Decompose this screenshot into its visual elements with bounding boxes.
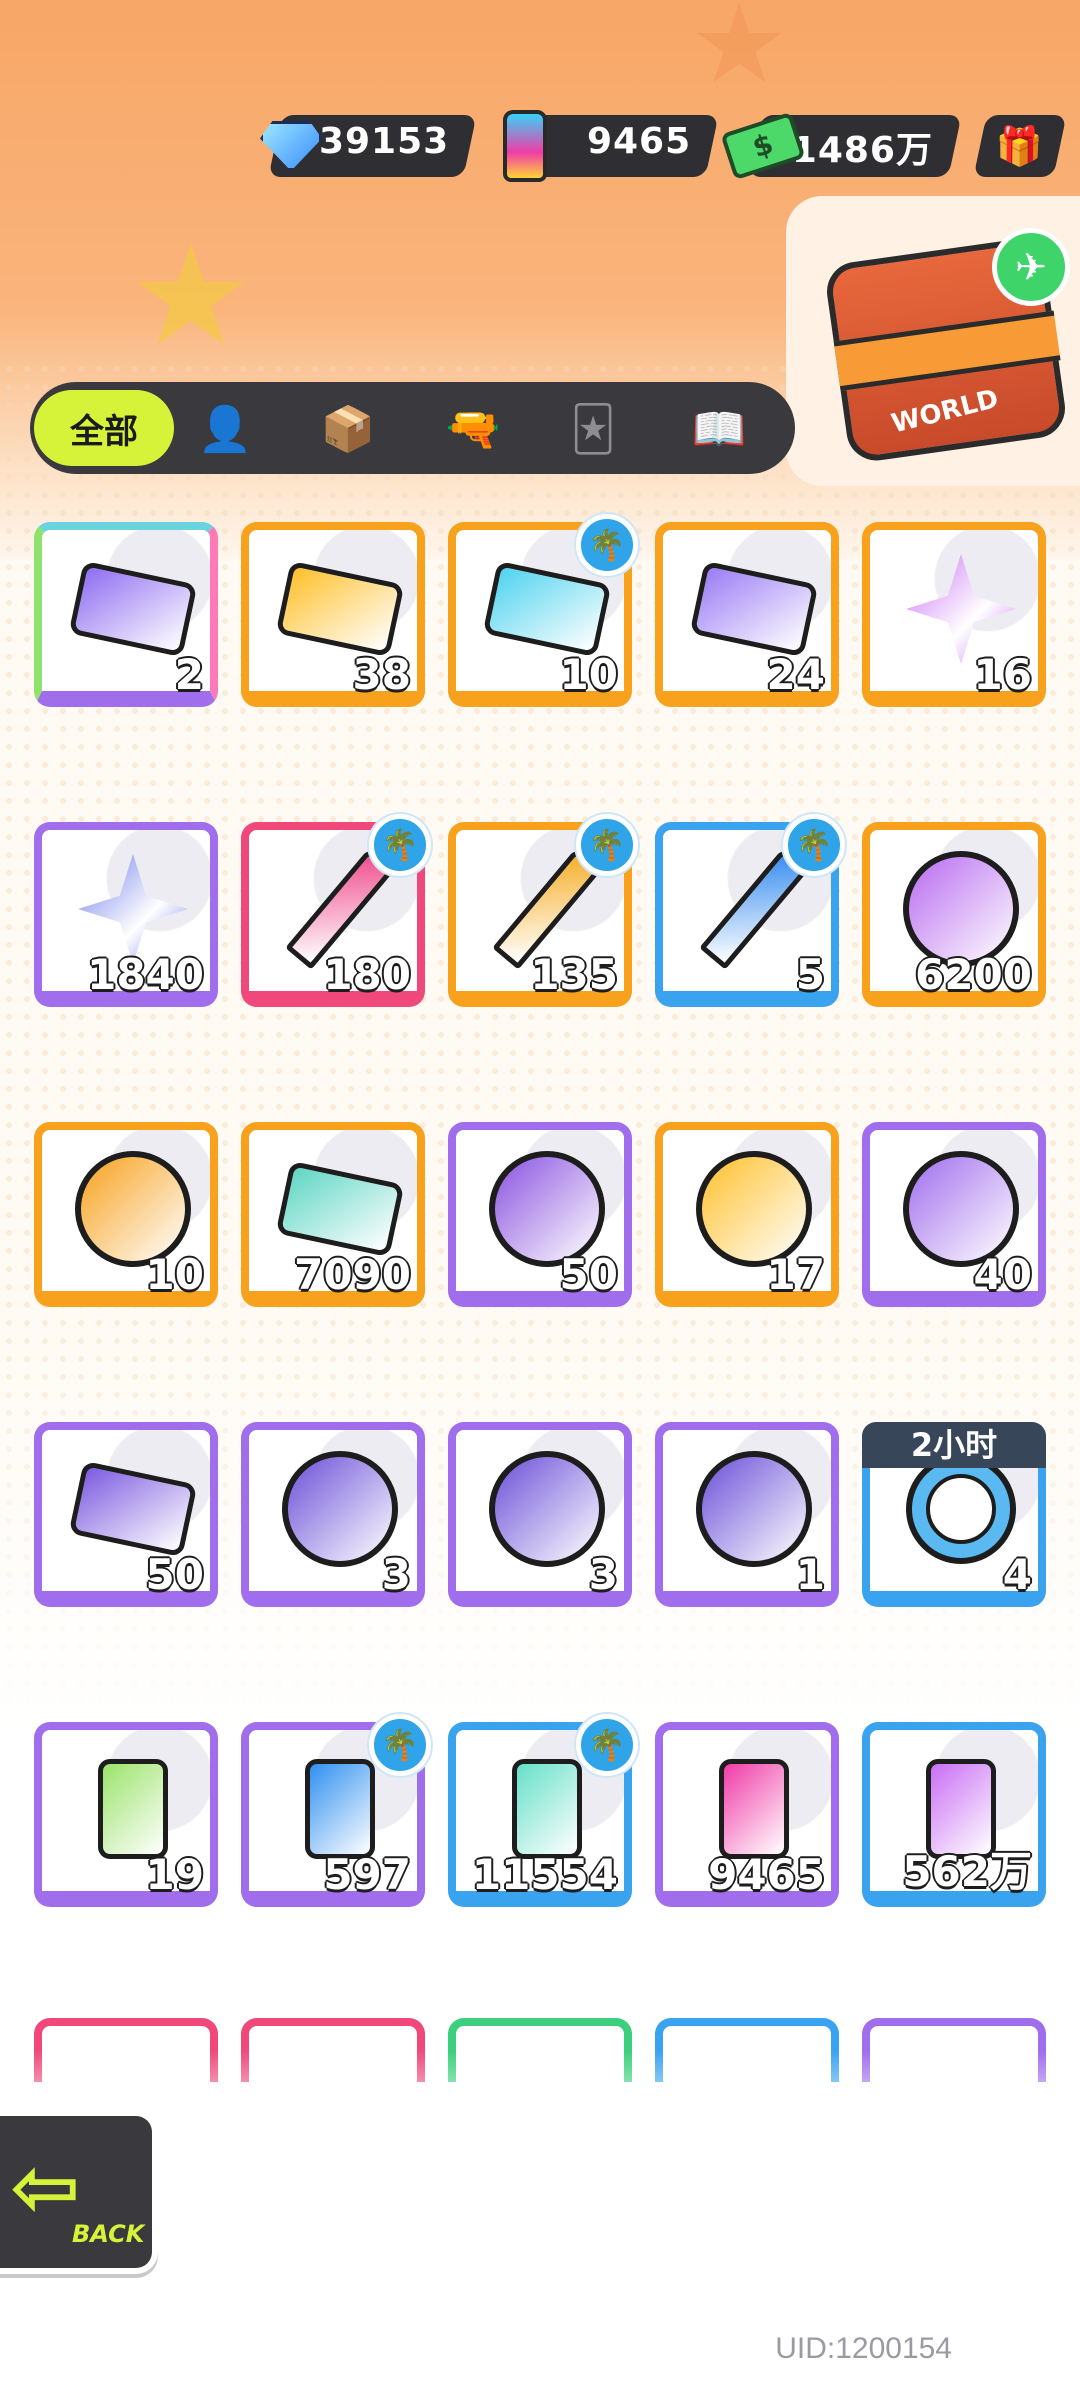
item-count: 50 — [559, 1249, 619, 1300]
item-count: 9465 — [707, 1849, 826, 1900]
item-count: 38 — [352, 649, 412, 700]
can-icon — [70, 1754, 196, 1864]
inventory-item[interactable]: 2小时 4 — [862, 1422, 1046, 1607]
item-count: 10 — [145, 1249, 205, 1300]
ticket-icon — [68, 554, 198, 664]
tab-spray-gun-icon[interactable]: 🔫 — [440, 396, 506, 462]
suitcase-label: WORLD — [888, 383, 1002, 440]
palm-tree-badge-icon: 🌴 — [576, 514, 638, 576]
item-count: 135 — [529, 949, 619, 1000]
tab-card-icon[interactable]: 🃏 — [560, 396, 626, 462]
palm-tree-badge-icon: 🌴 — [576, 1714, 638, 1776]
ticket-icon — [275, 554, 405, 664]
inventory-item[interactable]: 2 — [34, 522, 218, 707]
item-count: 6200 — [914, 949, 1033, 1000]
tab-all[interactable]: 全部 — [34, 390, 174, 466]
inventory-item[interactable]: 7090 — [241, 1122, 425, 1307]
inventory-item[interactable]: 🌴 597 — [241, 1714, 431, 1907]
item-count: 50 — [145, 1549, 205, 1600]
back-label: BACK — [72, 2220, 145, 2248]
inventory-item[interactable]: 24 — [655, 522, 839, 707]
back-button[interactable]: ⇦ BACK — [0, 2110, 158, 2274]
star4-icon — [70, 854, 196, 964]
inventory-item[interactable]: 🌴 10 — [448, 514, 638, 707]
palm-tree-badge-icon: 🌴 — [369, 814, 431, 876]
tab-box-icon[interactable]: 📦 — [315, 396, 381, 462]
item-count: 11554 — [471, 1849, 619, 1900]
item-count: 2 — [174, 649, 205, 700]
scroll-fade — [0, 2050, 1080, 2170]
item-count: 3 — [588, 1549, 619, 1600]
inventory-item[interactable]: 19 — [34, 1722, 218, 1907]
item-count: 19 — [145, 1849, 205, 1900]
inventory-item[interactable]: 🌴 5 — [655, 814, 845, 1007]
orb-icon — [898, 851, 1024, 967]
inventory-item[interactable]: 40 — [862, 1122, 1046, 1307]
airplane-icon: ✈ — [992, 228, 1070, 306]
ticket-icon — [689, 554, 819, 664]
inventory-grid: 2 38 🌴 10 24 16 1840 🌴 180 🌴 135 🌴 5 6200 10 7090 50 17 40… — [34, 514, 1046, 1907]
item-count: 1840 — [86, 949, 205, 1000]
cash-icon: $ — [720, 103, 806, 189]
star-decoration-icon: ★ — [690, 0, 789, 108]
cash-value: 1486万 — [791, 130, 933, 171]
spray-can-icon — [482, 103, 568, 189]
item-count: 24 — [766, 649, 826, 700]
gift-icon: 🎁 — [996, 123, 1044, 168]
item-count: 3 — [381, 1549, 412, 1600]
inventory-item[interactable]: 562万 — [862, 1722, 1046, 1907]
item-count: 180 — [322, 949, 412, 1000]
inventory-item[interactable]: 38 — [241, 522, 425, 707]
inventory-item[interactable]: 🌴 11554 — [448, 1714, 638, 1907]
ticket-icon — [68, 1454, 198, 1564]
item-count: 40 — [973, 1249, 1033, 1300]
item-count: 7090 — [293, 1249, 412, 1300]
inventory-item[interactable]: 50 — [34, 1422, 218, 1607]
item-count: 4 — [1002, 1549, 1033, 1600]
item-count: 16 — [973, 649, 1033, 700]
inventory-item[interactable]: 17 — [655, 1122, 839, 1307]
orb-icon — [484, 1451, 610, 1567]
palm-tree-badge-icon: 🌴 — [576, 814, 638, 876]
star4-icon — [898, 554, 1024, 664]
orb-icon — [898, 1151, 1024, 1267]
diamond-icon — [248, 103, 334, 189]
inventory-item[interactable]: 3 — [448, 1422, 632, 1607]
clock-icon — [898, 1454, 1024, 1564]
tab-book-icon[interactable]: 📖 — [686, 396, 752, 462]
item-timer: 2小时 — [862, 1422, 1046, 1468]
orb-icon — [484, 1151, 610, 1267]
inventory-item[interactable]: 🌴 135 — [448, 814, 638, 1007]
can-icon — [691, 1754, 817, 1864]
orb-icon — [691, 1451, 817, 1567]
item-count: 1 — [795, 1549, 826, 1600]
inventory-item[interactable]: 3 — [241, 1422, 425, 1607]
inventory-item[interactable]: 9465 — [655, 1722, 839, 1907]
item-count: 5 — [795, 949, 826, 1000]
orb-icon — [70, 1151, 196, 1267]
inventory-item[interactable]: 🌴 180 — [241, 814, 431, 1007]
inventory-item[interactable]: 10 — [34, 1122, 218, 1307]
item-count: 17 — [766, 1249, 826, 1300]
spray-value: 9465 — [586, 121, 691, 162]
item-count: 10 — [559, 649, 619, 700]
palm-tree-badge-icon: 🌴 — [369, 1714, 431, 1776]
inventory-item[interactable]: 1 — [655, 1422, 839, 1607]
item-count: 562万 — [901, 1846, 1033, 1897]
star-decoration-icon: ★ — [128, 215, 254, 378]
back-arrow-icon: ⇦ — [10, 2138, 81, 2236]
item-count: 597 — [322, 1849, 412, 1900]
inventory-item[interactable]: 1840 — [34, 822, 218, 1007]
palm-tree-badge-icon: 🌴 — [783, 814, 845, 876]
orb-icon — [277, 1451, 403, 1567]
diamond-value: 39153 — [318, 121, 449, 162]
orb-icon — [691, 1151, 817, 1267]
inventory-item[interactable]: 16 — [862, 522, 1046, 707]
inventory-item[interactable]: 50 — [448, 1122, 632, 1307]
gift-button[interactable]: 🎁 — [973, 115, 1067, 177]
user-id: UID:1200154 — [775, 2332, 952, 2365]
ticket-icon — [275, 1154, 405, 1264]
tab-person-icon[interactable]: 👤 — [192, 396, 258, 462]
inventory-item[interactable]: 6200 — [862, 822, 1046, 1007]
